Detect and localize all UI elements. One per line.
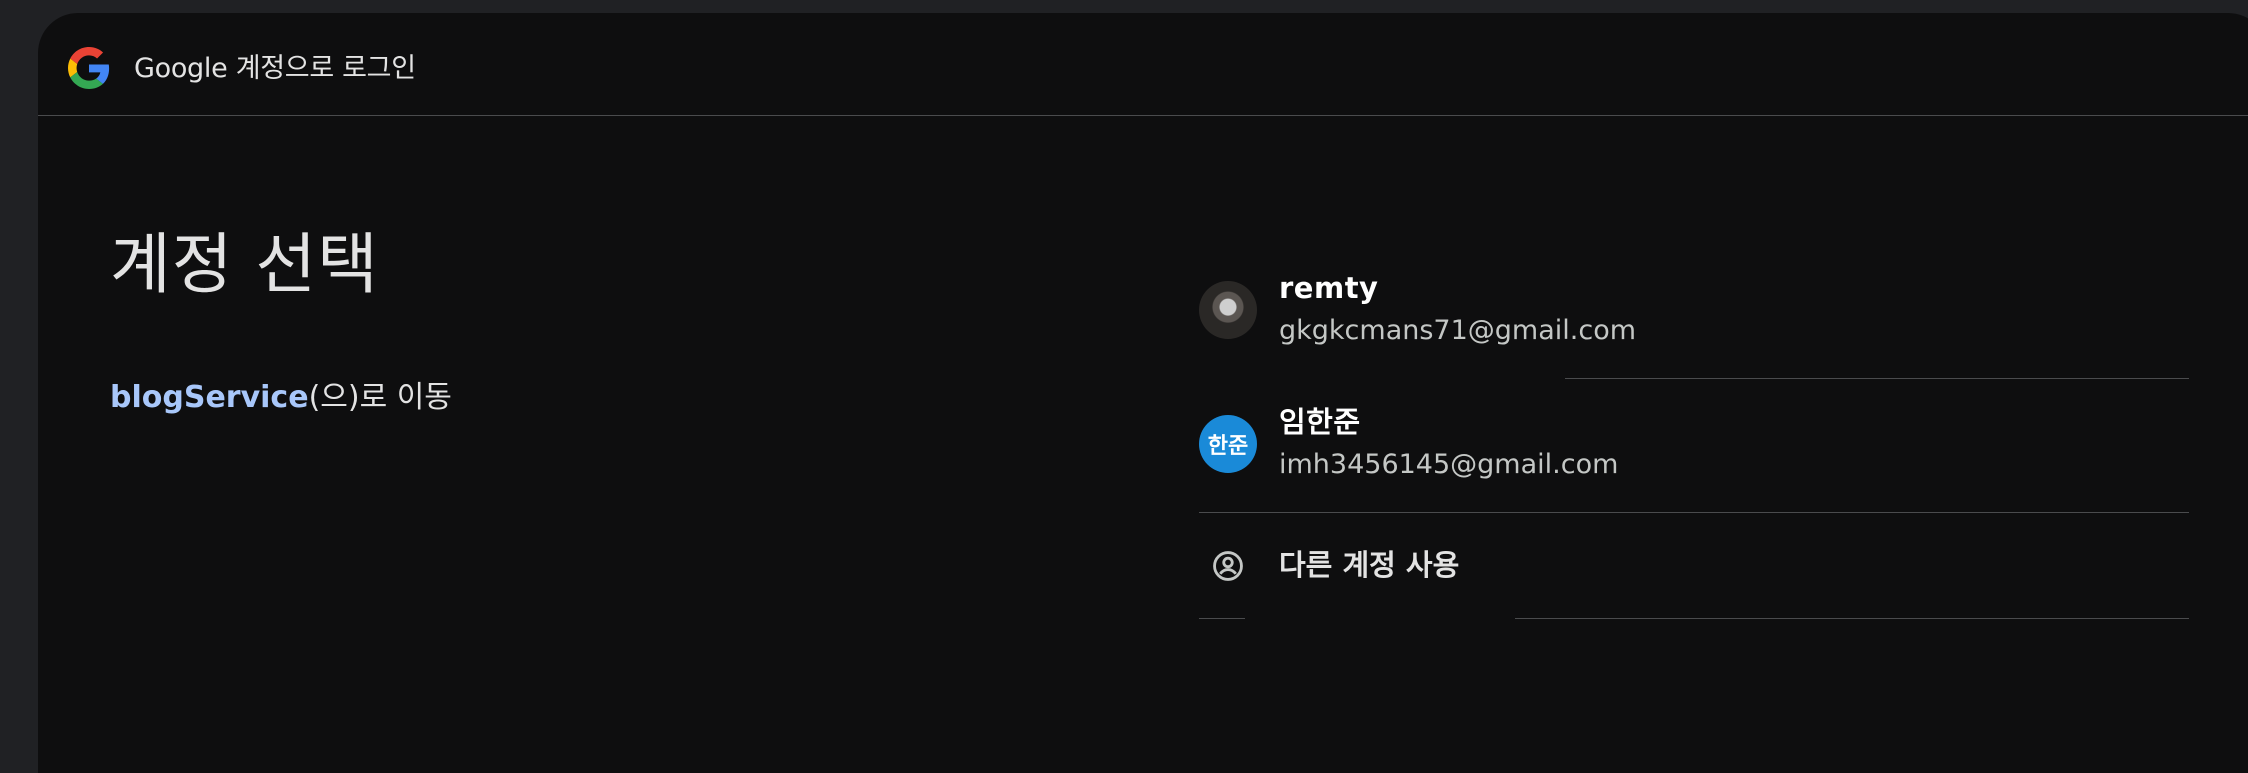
use-another-account-label: 다른 계정 사용 — [1279, 548, 1460, 582]
app-suffix: (으)로 이동 — [308, 380, 452, 415]
use-another-account-button[interactable]: 다른 계정 사용 — [1199, 513, 2189, 619]
continue-to-subtitle: blogService(으)로 이동 — [110, 377, 452, 419]
add-account-icon — [1213, 551, 1243, 581]
page-title: 계정 선택 — [110, 226, 379, 303]
avatar: 한준 — [1199, 415, 1257, 473]
account-item[interactable]: remty gkgkcmans71@gmail.com — [1199, 245, 2189, 379]
account-list: remty gkgkcmans71@gmail.com 한준 임한준 imh34… — [1199, 245, 2189, 619]
account-item[interactable]: 한준 임한준 imh3456145@gmail.com — [1199, 379, 2189, 513]
divider — [1199, 618, 1245, 619]
account-email: gkgkcmans71@gmail.com — [1279, 315, 1637, 346]
app-name-link[interactable]: blogService — [110, 380, 309, 415]
avatar — [1199, 281, 1257, 339]
header: Google 계정으로 로그인 — [38, 13, 2248, 116]
account-email: imh3456145@gmail.com — [1279, 449, 1619, 480]
google-g-icon — [68, 47, 110, 89]
account-name: 임한준 — [1279, 405, 1361, 439]
signin-card: Google 계정으로 로그인 계정 선택 blogService(으)로 이동… — [38, 13, 2248, 773]
account-name: remty — [1279, 271, 1379, 305]
header-title: Google 계정으로 로그인 — [134, 53, 416, 84]
divider — [1515, 618, 2189, 619]
